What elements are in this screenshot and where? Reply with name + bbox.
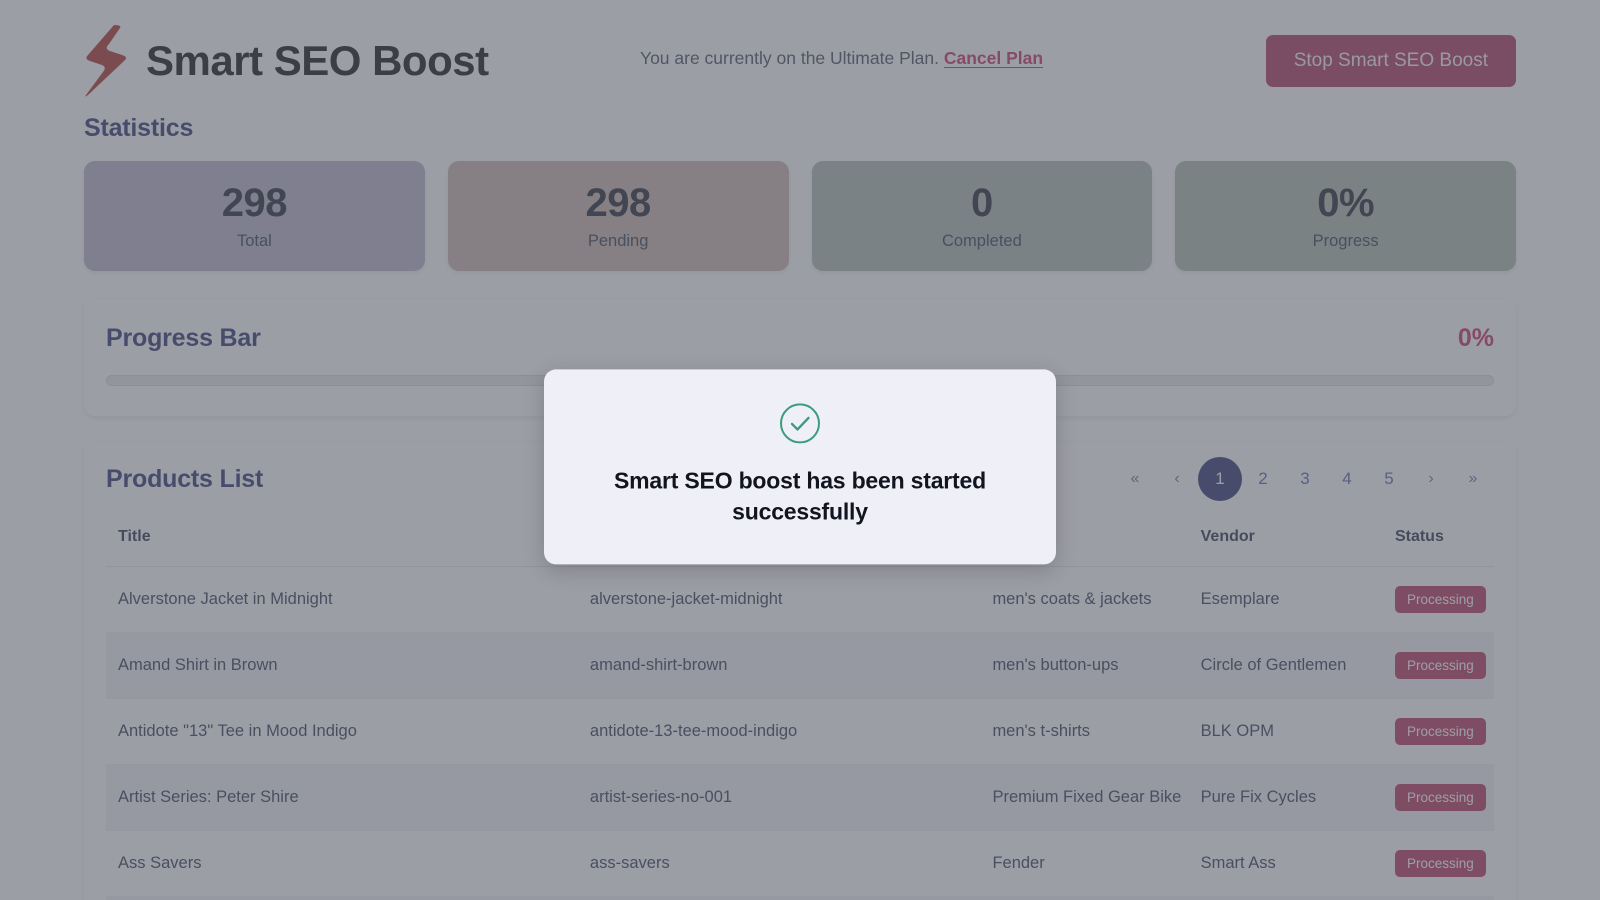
check-circle-icon <box>779 431 821 448</box>
success-modal: Smart SEO boost has been started success… <box>544 369 1056 564</box>
success-modal-message: Smart SEO boost has been started success… <box>584 465 1016 526</box>
